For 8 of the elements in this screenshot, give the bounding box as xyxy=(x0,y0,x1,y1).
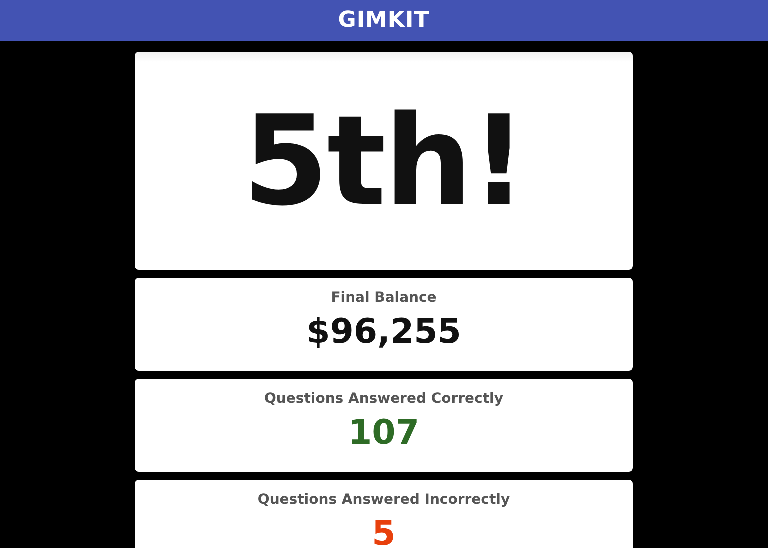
stat-label: Questions Answered Incorrectly xyxy=(258,492,510,508)
stat-value: 5 xyxy=(372,514,396,548)
stat-label: Final Balance xyxy=(331,290,437,306)
stat-label: Questions Answered Correctly xyxy=(264,391,504,407)
placement: 5th! xyxy=(242,90,526,234)
logo: GIMKIT xyxy=(338,8,430,33)
stat-value: $96,255 xyxy=(306,312,462,352)
stat-value: 107 xyxy=(348,413,420,453)
